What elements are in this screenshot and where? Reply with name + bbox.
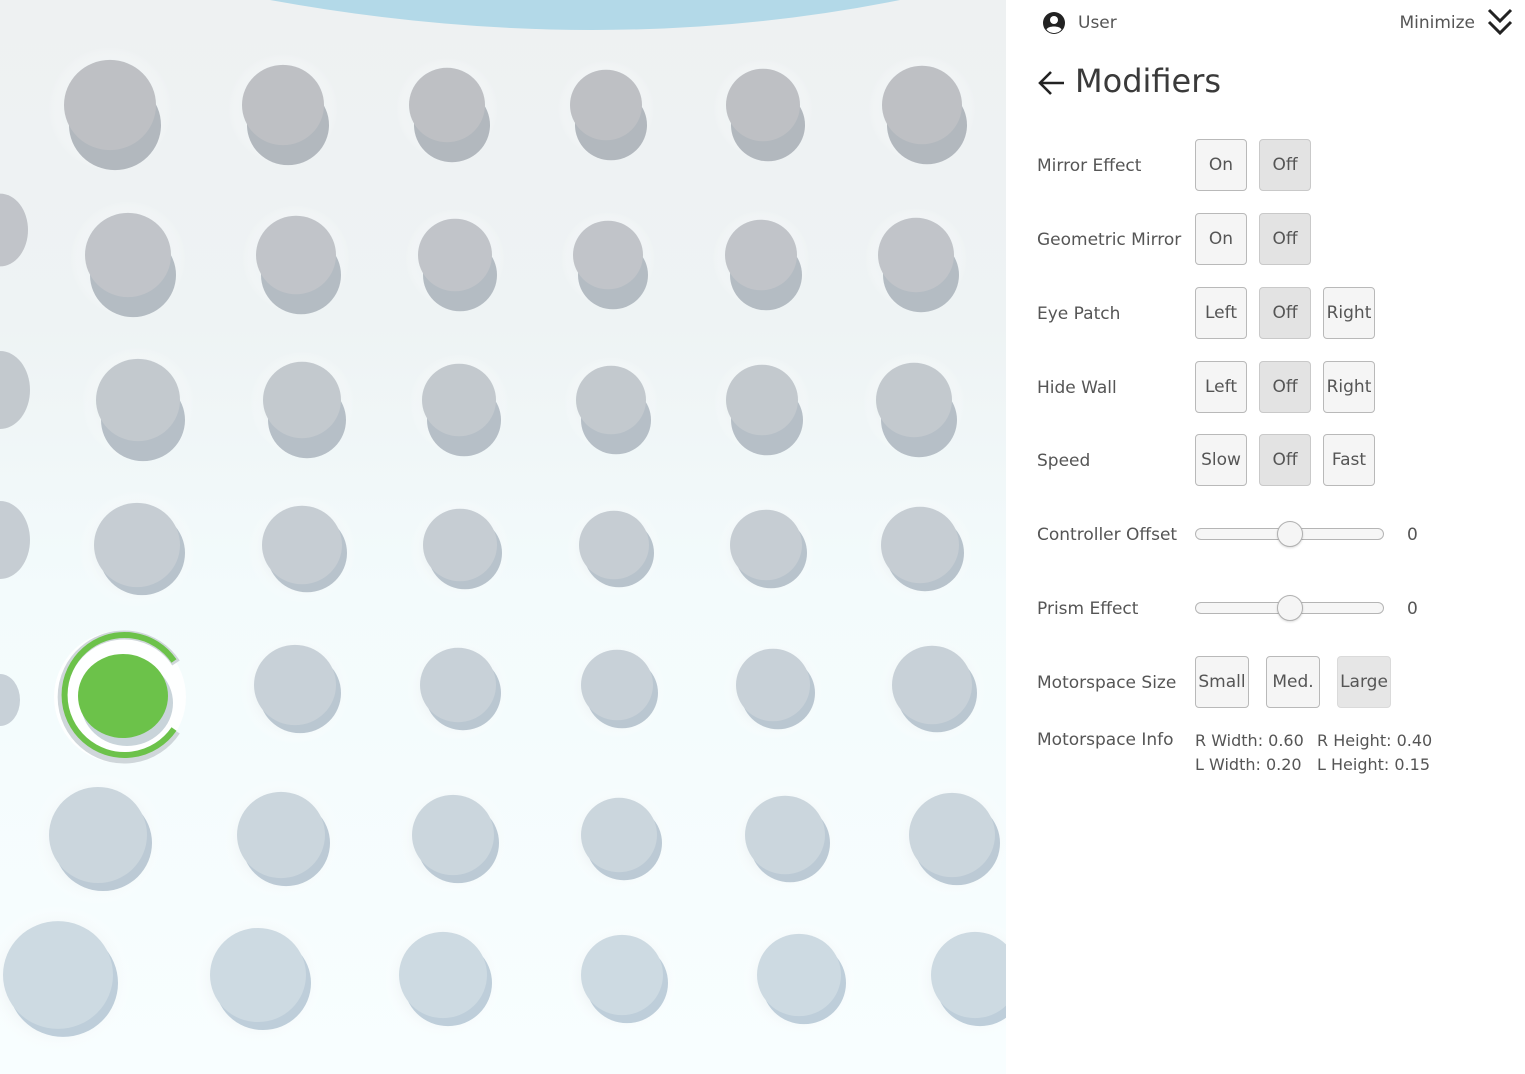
target-ball[interactable] [221,779,341,899]
target-ball[interactable] [395,57,499,163]
eye-patch-label: Eye Patch [1037,304,1121,324]
ceiling-arch [270,0,900,30]
target-ball[interactable] [713,59,813,162]
prism-effect-thumb[interactable] [1276,595,1303,621]
geometric-mirror-label: Geometric Mirror [1037,230,1182,250]
target-ball[interactable] [712,210,810,311]
mirror-effect-on-button[interactable]: On [1195,139,1247,191]
eye-patch-off-button[interactable]: Off [1259,287,1311,339]
target-ball[interactable] [568,640,666,738]
target-ball[interactable] [723,639,823,739]
target-ball[interactable] [864,207,968,313]
speed-fast-button[interactable]: Fast [1323,434,1375,486]
speed-label: Speed [1037,451,1091,471]
target-ball[interactable] [239,633,351,745]
target-ball[interactable] [242,205,350,315]
controller-offset-label: Controller Offset [1037,525,1178,545]
target-ball[interactable] [563,356,659,455]
target-ball[interactable] [405,209,505,312]
target-ball[interactable] [409,354,509,457]
target-ball[interactable] [862,352,966,458]
active-target[interactable] [54,630,186,764]
target-ball[interactable] [78,490,196,608]
target-ball[interactable] [867,496,973,602]
motorspace-small-button[interactable]: Small [1195,656,1249,708]
prism-effect-label: Prism Effect [1037,599,1139,619]
target-ball[interactable] [248,495,356,603]
eye-patch-left-button[interactable]: Left [1195,287,1247,339]
target-wall[interactable] [0,0,1006,1074]
mirror-effect-label: Mirror Effect [1037,156,1142,176]
target-ball[interactable] [567,787,671,891]
target-ball[interactable] [566,923,678,1035]
user-button[interactable]: User [1042,11,1117,35]
target-ball[interactable] [713,355,811,456]
account-icon [1043,12,1065,34]
target-ball[interactable] [893,780,1006,898]
modifiers-panel: User Minimize Modifiers Mirror Effect On… [1006,0,1525,1074]
back-arrow-icon[interactable] [1036,66,1066,100]
target-ball[interactable] [915,919,1006,1039]
target-ball[interactable] [81,347,195,462]
target-ball[interactable] [566,501,662,597]
target-ball[interactable] [47,46,173,172]
active-target-ball[interactable] [78,654,168,738]
r-height-value: R Height: 0.40 [1317,731,1433,750]
target-ball[interactable] [742,922,856,1036]
motorspace-info-label: Motorspace Info [1037,730,1174,750]
l-width-value: L Width: 0.20 [1195,755,1302,774]
target-ball[interactable] [410,499,510,599]
mirror-effect-off-button[interactable]: Off [1259,139,1311,191]
game-viewport[interactable] [0,0,1006,1074]
target-ball[interactable] [557,60,655,161]
target-ball[interactable] [717,500,815,598]
motorspace-medium-button[interactable]: Med. [1266,656,1320,708]
target-ball[interactable] [560,211,656,310]
target-ball-edge [0,674,20,726]
target-ball[interactable] [227,53,339,166]
hide-wall-off-button[interactable]: Off [1259,361,1311,413]
page-title: Modifiers [1075,62,1222,100]
controller-offset-thumb[interactable] [1276,521,1303,547]
target-ball[interactable] [731,785,839,893]
target-ball[interactable] [878,635,986,743]
minimize-label: Minimize [1399,13,1475,33]
controller-offset-value: 0 [1407,525,1418,545]
prism-effect-value: 0 [1407,599,1418,619]
geometric-mirror-on-button[interactable]: On [1195,213,1247,265]
speed-off-button[interactable]: Off [1259,434,1311,486]
target-ball[interactable] [406,637,510,741]
target-ball[interactable] [0,904,133,1054]
target-ball[interactable] [397,783,509,895]
controller-offset-slider[interactable] [1195,521,1384,547]
motorspace-size-label: Motorspace Size [1037,673,1177,693]
eye-patch-right-button[interactable]: Right [1323,287,1375,339]
target-ball-edge [0,351,30,429]
target-ball[interactable] [31,772,165,906]
target-ball[interactable] [868,55,976,165]
target-ball[interactable] [193,914,323,1044]
target-ball[interactable] [69,200,187,318]
geometric-mirror-off-button[interactable]: Off [1259,213,1311,265]
hide-wall-label: Hide Wall [1037,378,1117,398]
hide-wall-left-button[interactable]: Left [1195,361,1247,413]
motorspace-large-button[interactable]: Large [1337,656,1391,708]
prism-effect-slider[interactable] [1195,595,1384,621]
double-chevron-down-icon [1487,8,1513,36]
target-ball-edge [0,193,28,267]
l-height-value: L Height: 0.15 [1317,755,1430,774]
user-label: User [1078,13,1117,33]
speed-slow-button[interactable]: Slow [1195,434,1247,486]
target-ball[interactable] [249,351,355,459]
target-ball-edge [0,501,30,579]
r-width-value: R Width: 0.60 [1195,731,1304,750]
minimize-button[interactable]: Minimize [1399,6,1515,40]
target-ball[interactable] [383,919,503,1039]
hide-wall-right-button[interactable]: Right [1323,361,1375,413]
